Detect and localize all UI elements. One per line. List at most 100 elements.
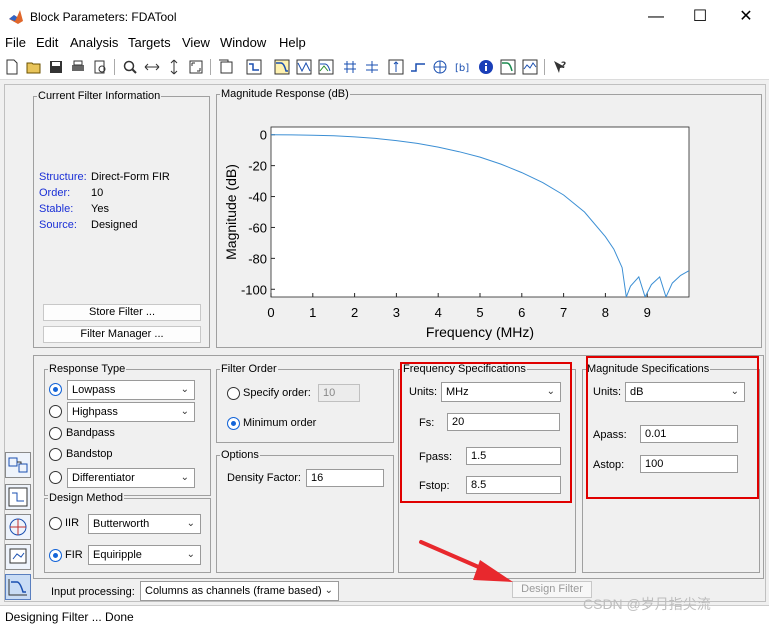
new-icon[interactable]: [2, 57, 22, 77]
red-arrow-annotation: [419, 540, 513, 582]
print-preview-icon[interactable]: [90, 57, 110, 77]
input-processing-select[interactable]: Columns as channels (frame based) ⌄: [140, 581, 339, 601]
zoom-y-icon[interactable]: [164, 57, 184, 77]
x-tick-label: 3: [393, 305, 400, 320]
specify-order-radio[interactable]: [227, 387, 240, 400]
fir-radio[interactable]: [49, 549, 62, 562]
specify-order-label: Specify order:: [243, 387, 311, 399]
toolbar: [b] ?: [0, 54, 769, 80]
phase-delay-icon[interactable]: [362, 57, 382, 77]
chevron-down-icon: ⌄: [324, 585, 333, 596]
differentiator-select[interactable]: Differentiator ⌄: [67, 468, 195, 488]
whats-this-icon[interactable]: ?: [550, 57, 570, 77]
bandstop-radio[interactable]: [49, 448, 62, 461]
minimize-button[interactable]: —: [636, 5, 676, 29]
filter-specs-icon[interactable]: [244, 57, 264, 77]
mag-phase-icon[interactable]: [316, 57, 336, 77]
pole-zero-editor-icon[interactable]: [5, 514, 31, 540]
chevron-down-icon: ⌄: [186, 549, 195, 560]
maximize-button[interactable]: ☐: [680, 5, 720, 29]
import-filter-icon[interactable]: [5, 544, 31, 570]
source-value: Designed: [91, 219, 138, 231]
menu-targets[interactable]: Targets: [128, 35, 171, 50]
menu-file[interactable]: File: [5, 35, 26, 50]
y-tick-label: -60: [248, 220, 267, 235]
design-filter-button[interactable]: Design Filter: [512, 581, 592, 598]
source-label: Source:: [39, 219, 77, 231]
fir-label: FIR: [65, 549, 83, 561]
status-bar: Designing Filter ... Done CSDN @岁月指尖流: [0, 596, 769, 626]
magnitude-icon[interactable]: [272, 57, 292, 77]
menu-window[interactable]: Window: [220, 35, 266, 50]
zoom-x-icon[interactable]: [142, 57, 162, 77]
x-tick-label: 0: [267, 305, 274, 320]
bandpass-label: Bandpass: [66, 427, 115, 439]
plot-area: [270, 126, 690, 298]
structure-label: Structure:: [39, 171, 87, 183]
lowpass-radio[interactable]: [49, 383, 62, 396]
stable-value: Yes: [91, 203, 109, 215]
transform-filter-icon[interactable]: [5, 452, 31, 478]
filter-order-panel: Filter Order Specify order: 10 Minimum o…: [216, 362, 394, 443]
design-method-panel: Design Method IIR Butterworth ⌄ FIR Equir…: [44, 491, 211, 573]
minimum-order-label: Minimum order: [243, 417, 317, 429]
close-button[interactable]: ✕: [726, 5, 766, 29]
menu-help[interactable]: Help: [279, 35, 306, 50]
specify-order-input[interactable]: 10: [318, 384, 360, 402]
iir-radio[interactable]: [49, 517, 62, 530]
minimum-order-radio[interactable]: [227, 417, 240, 430]
bandpass-radio[interactable]: [49, 427, 62, 440]
menu-view[interactable]: View: [182, 35, 210, 50]
save-icon[interactable]: [46, 57, 66, 77]
magnitude-estimate-icon[interactable]: [498, 57, 518, 77]
lowpass-select[interactable]: Lowpass ⌄: [67, 380, 195, 400]
print-icon[interactable]: [68, 57, 88, 77]
pole-zero-icon[interactable]: [430, 57, 450, 77]
new-figure-icon[interactable]: [216, 57, 236, 77]
coefficients-icon[interactable]: [b]: [452, 57, 472, 77]
x-tick-label: 1: [309, 305, 316, 320]
input-processing-label: Input processing:: [51, 586, 135, 598]
magnitude-specs-highlight: [586, 356, 759, 499]
order-value: 10: [91, 187, 104, 199]
x-tick-label: 9: [644, 305, 651, 320]
response-type-legend: Response Type: [48, 362, 127, 376]
filter-order-legend: Filter Order: [220, 362, 278, 376]
highpass-radio[interactable]: [49, 405, 62, 418]
zoom-in-icon[interactable]: [120, 57, 140, 77]
impulse-icon[interactable]: [386, 57, 406, 77]
design-method-legend: Design Method: [48, 491, 124, 505]
highpass-select[interactable]: Highpass ⌄: [67, 402, 195, 422]
y-tick-label: -40: [248, 190, 267, 205]
magnitude-response-chart: 0 1 2 3 4 5 6 7 8 9 0 -20 -40 -60 -80 -100 Frequency (M…: [223, 126, 690, 340]
menu-bar: File Edit Analysis Targets View Window H…: [0, 34, 769, 54]
noise-icon[interactable]: [520, 57, 540, 77]
store-filter-button[interactable]: Store Filter ...: [43, 304, 201, 321]
phase-icon[interactable]: [294, 57, 314, 77]
frequency-specs-highlight: [400, 362, 572, 503]
info-icon[interactable]: [476, 57, 496, 77]
current-filter-panel: Current Filter Information Structure: Di…: [33, 89, 210, 348]
chevron-down-icon: ⌄: [180, 406, 189, 417]
menu-edit[interactable]: Edit: [36, 35, 58, 50]
x-tick-label: 4: [435, 305, 442, 320]
order-label: Order:: [39, 187, 71, 199]
x-tick-label: 6: [518, 305, 525, 320]
realize-model-icon[interactable]: [5, 484, 31, 510]
y-tick-label: -100: [241, 282, 267, 297]
filter-manager-button[interactable]: Filter Manager ...: [43, 326, 201, 343]
design-filter-icon[interactable]: [5, 574, 31, 600]
step-icon[interactable]: [408, 57, 428, 77]
y-tick-label: 0: [260, 128, 267, 143]
density-factor-input[interactable]: 16: [306, 469, 384, 487]
full-view-icon[interactable]: [186, 57, 206, 77]
fir-method-select[interactable]: Equiripple ⌄: [88, 545, 201, 565]
group-delay-icon[interactable]: [340, 57, 360, 77]
chevron-down-icon: ⌄: [180, 472, 189, 483]
options-legend: Options: [220, 448, 260, 462]
differentiator-radio[interactable]: [49, 471, 62, 484]
open-icon[interactable]: [24, 57, 44, 77]
menu-analysis[interactable]: Analysis: [70, 35, 118, 50]
iir-method-select[interactable]: Butterworth ⌄: [88, 514, 201, 534]
y-tick-label: -80: [248, 251, 267, 266]
